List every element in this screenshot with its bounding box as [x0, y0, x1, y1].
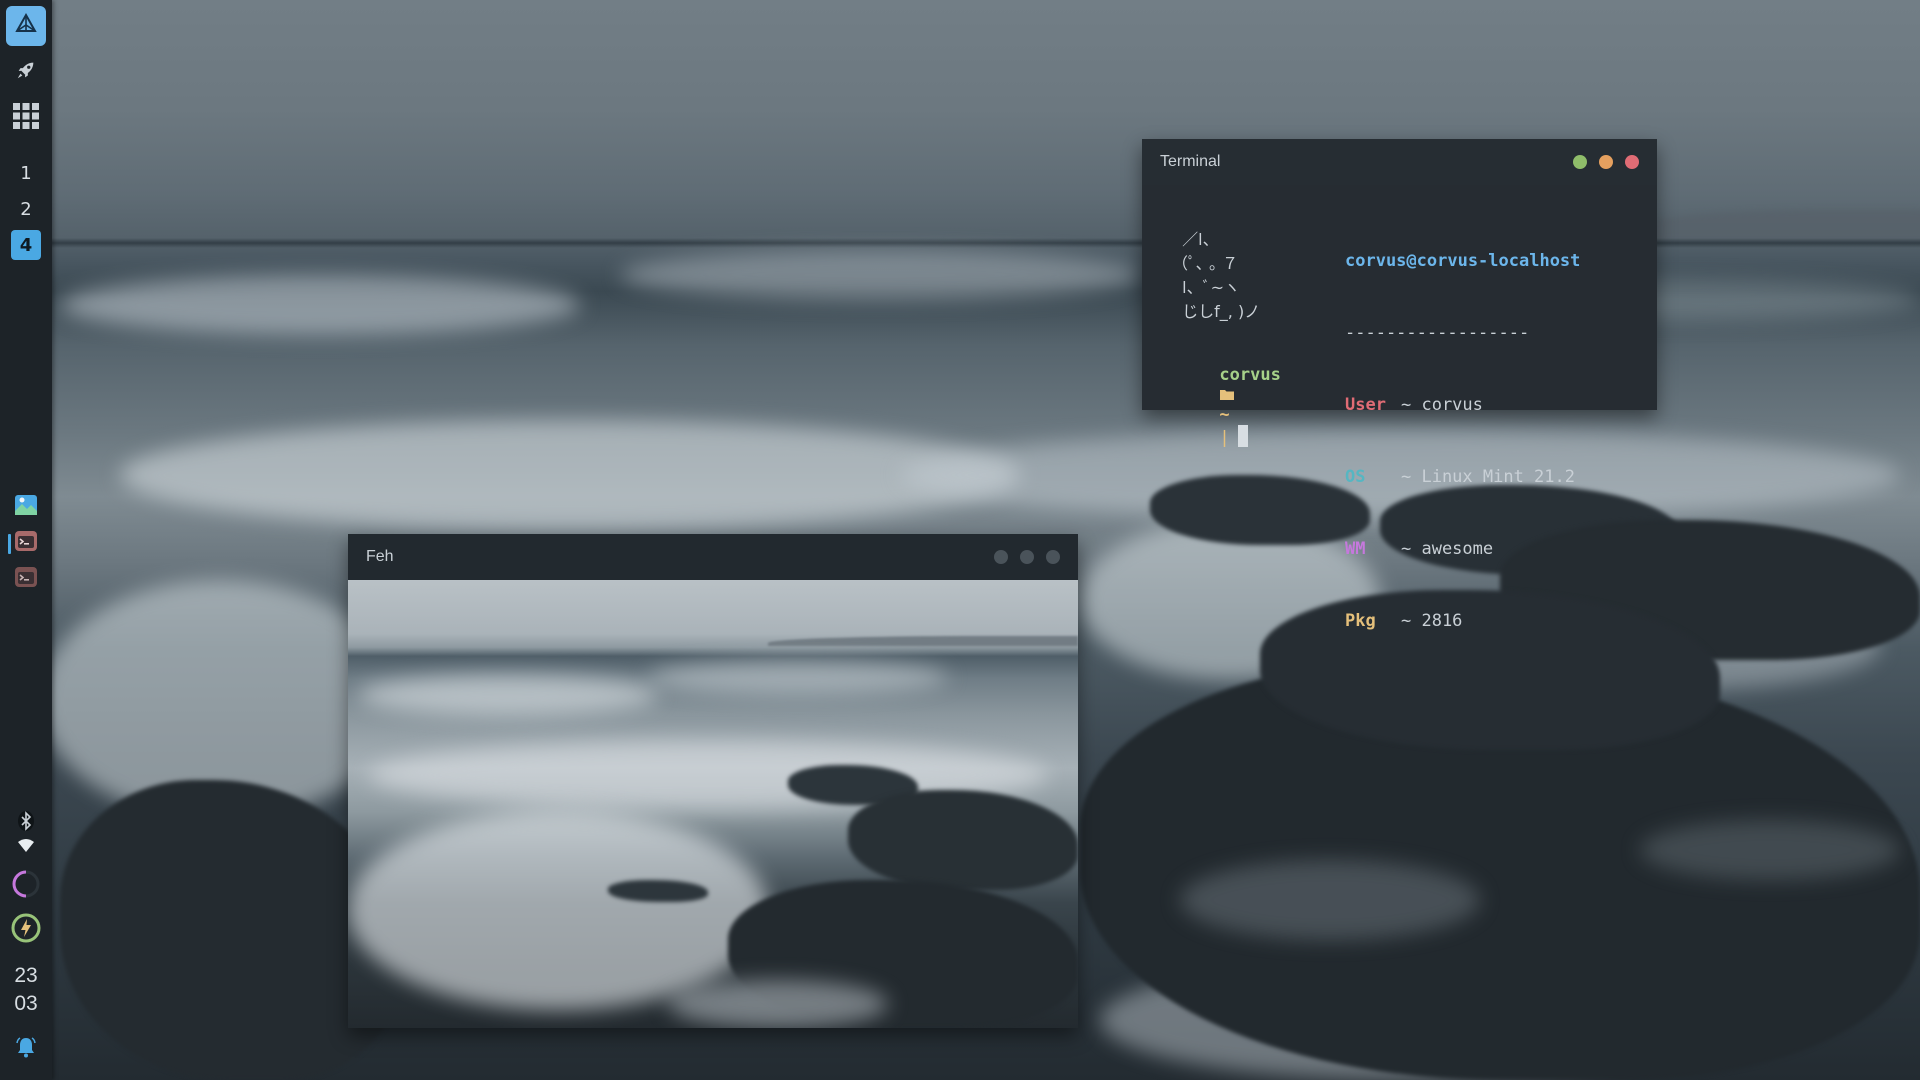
terminal-content[interactable]: ／l、 （ﾟ､ ｡ ７ l、ﾞ~ヽ じしf_, )ノ corvus@corvus-… [1142, 185, 1657, 631]
image-viewer-icon [14, 494, 38, 520]
minimize-button[interactable] [1020, 550, 1034, 564]
rocket-launcher-button[interactable] [6, 52, 46, 92]
window-title: Feh [366, 548, 394, 565]
prompt-separator: | [1219, 428, 1230, 448]
terminal-titlebar[interactable]: Terminal [1142, 139, 1657, 185]
terminal-window[interactable]: Terminal ／l、 （ﾟ､ ｡ ７ l、ﾞ~ヽ じしf_, )ノ corvu… [1142, 139, 1657, 631]
dock-clock[interactable]: 23 03 [14, 962, 37, 1018]
folder-icon [1219, 385, 1235, 405]
terminal-icon [14, 529, 38, 557]
ascii-cat-art: ／l、 （ﾟ､ ｡ ７ l、ﾞ~ヽ じしf_, )ノ [1172, 230, 1261, 321]
minimize-button[interactable] [1599, 155, 1613, 169]
workspace-4[interactable]: 4 [11, 230, 41, 260]
left-dock: 1 2 4 23 03 [0, 0, 52, 1080]
rocket-icon [15, 59, 37, 85]
info-separator: ------------------ [1345, 323, 1530, 343]
battery-status[interactable] [0, 912, 52, 948]
volume-status[interactable] [0, 868, 52, 904]
launcher-button[interactable] [6, 6, 46, 46]
active-task-indicator [8, 534, 11, 554]
wifi-status[interactable] [0, 838, 52, 856]
prompt-user: corvus [1219, 365, 1281, 385]
system-info: corvus@corvus-localhost ----------------… [1345, 201, 1580, 681]
close-button[interactable] [1046, 550, 1060, 564]
bluetooth-status[interactable] [0, 810, 52, 836]
volume-arc-icon [11, 869, 41, 903]
displayed-image[interactable] [348, 580, 1078, 1028]
notification-center-button[interactable] [0, 1032, 52, 1066]
battery-bolt-icon [10, 912, 42, 948]
distant-headland [1640, 210, 1920, 240]
user-host: corvus@corvus-localhost [1345, 251, 1581, 271]
info-row-pkg: Pkg ~ 2816 [1345, 611, 1463, 631]
workspace-1[interactable]: 1 [11, 158, 41, 188]
feh-titlebar[interactable]: Feh [348, 534, 1078, 580]
prism-logo-icon [14, 12, 38, 40]
bell-icon [14, 1035, 38, 1063]
window-controls [1573, 155, 1639, 169]
wifi-icon [17, 838, 35, 857]
maximize-button[interactable] [994, 550, 1008, 564]
info-row-wm: WM ~ awesome [1345, 539, 1494, 559]
window-title: Terminal [1160, 153, 1221, 170]
app-grid-button[interactable] [6, 98, 46, 138]
text-cursor [1237, 425, 1248, 447]
terminal-icon [14, 565, 38, 593]
feh-window[interactable]: Feh [348, 534, 1078, 1028]
prompt-path: ~ [1219, 405, 1230, 425]
workspace-2[interactable]: 2 [11, 194, 41, 224]
maximize-button[interactable] [1573, 155, 1587, 169]
task-terminal-active[interactable] [0, 528, 52, 558]
clock-hour: 23 [14, 964, 38, 987]
info-row-os: OS ~ Linux Mint 21.2 [1345, 467, 1575, 487]
info-row-user: User ~ corvus [1345, 395, 1483, 415]
task-terminal[interactable] [0, 564, 52, 594]
task-image-viewer[interactable] [0, 492, 52, 522]
close-button[interactable] [1625, 155, 1639, 169]
bluetooth-icon [17, 810, 35, 836]
grid-icon [12, 102, 40, 134]
shell-prompt[interactable]: corvus ~ | [1158, 345, 1281, 468]
clock-minute: 03 [14, 992, 38, 1015]
window-controls [994, 550, 1060, 564]
